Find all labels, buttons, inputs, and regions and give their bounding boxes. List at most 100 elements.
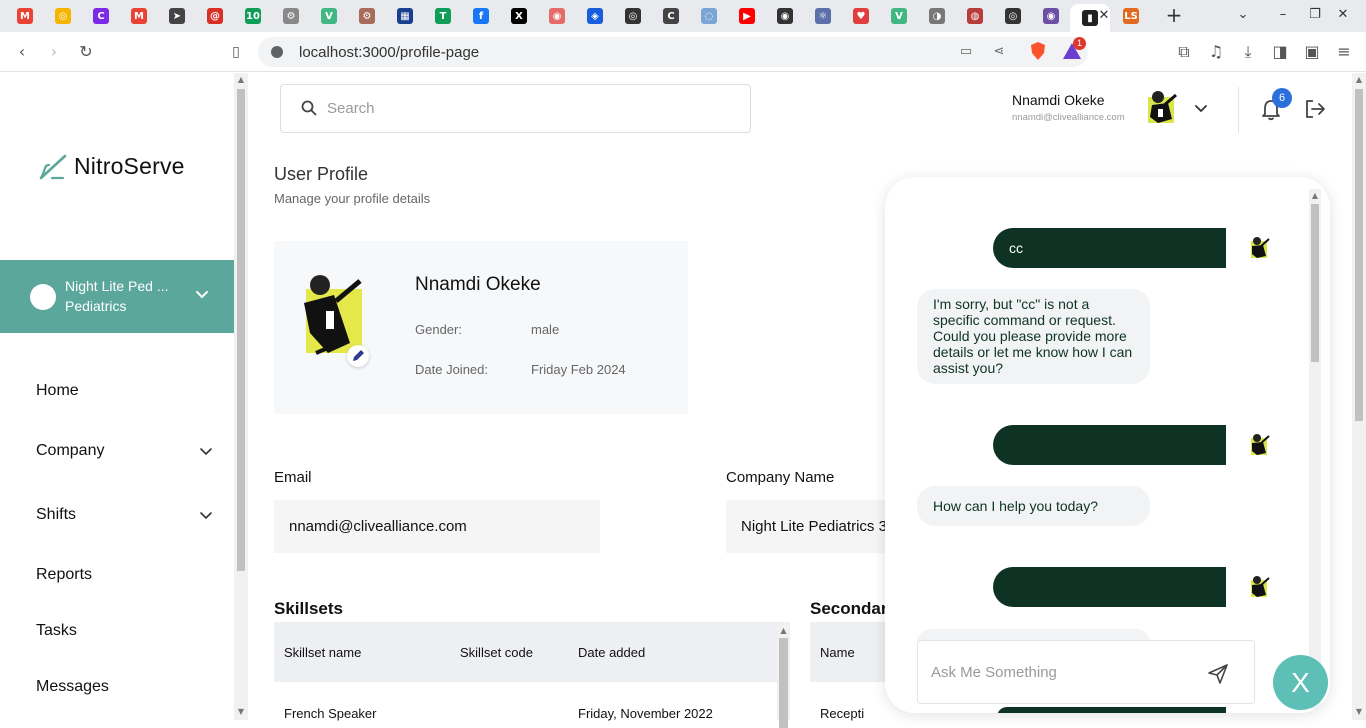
bookmark-icon[interactable]: ▯ bbox=[226, 42, 246, 62]
chevron-down-icon[interactable] bbox=[199, 508, 213, 522]
column-header[interactable]: Date added bbox=[578, 645, 645, 660]
close-tab-icon[interactable]: ✕ bbox=[1096, 8, 1112, 24]
scroll-down-arrow[interactable]: ▼ bbox=[1352, 707, 1366, 716]
column-header[interactable]: Name bbox=[820, 645, 855, 660]
media-icon[interactable]: ♫ bbox=[1206, 42, 1226, 62]
scrollbar-thumb[interactable] bbox=[779, 638, 788, 728]
browser-tab[interactable]: ◑ bbox=[922, 4, 952, 28]
browser-tab[interactable]: V bbox=[884, 4, 914, 28]
browser-tab[interactable]: @ bbox=[200, 4, 230, 28]
page-scrollbar[interactable]: ▲ ▼ bbox=[1352, 73, 1366, 720]
bot-message: How can I help you today? bbox=[917, 486, 1150, 526]
scrollbar-thumb[interactable] bbox=[1355, 89, 1363, 421]
browser-tab[interactable]: X bbox=[504, 4, 534, 28]
extensions-icon[interactable]: ⧉ bbox=[1174, 42, 1194, 62]
share-icon[interactable]: ⋖ bbox=[991, 44, 1007, 60]
ls-icon: LS bbox=[1123, 8, 1139, 24]
browser-tab[interactable]: ♥ bbox=[846, 4, 876, 28]
download-icon[interactable]: ⤓ bbox=[1238, 42, 1258, 62]
tab-search-chevron-icon[interactable]: ⌄ bbox=[1234, 6, 1252, 24]
company-name-field[interactable]: Night Lite Pediatrics 3 bbox=[726, 500, 896, 553]
table-scrollbar[interactable]: ▲ bbox=[777, 624, 790, 728]
search-placeholder: Search bbox=[327, 100, 375, 117]
browser-tab[interactable]: T bbox=[428, 4, 458, 28]
site-info-icon[interactable] bbox=[271, 46, 283, 58]
organization-selector[interactable]: Night Lite Ped ... Pediatrics bbox=[0, 260, 234, 333]
browser-tab[interactable]: ◍ bbox=[960, 4, 990, 28]
browser-tab[interactable]: C bbox=[86, 4, 116, 28]
sidebar-item-messages[interactable]: Messages bbox=[36, 678, 109, 696]
vue-icon: V bbox=[891, 8, 907, 24]
restore-window-button[interactable]: ❐ bbox=[1306, 6, 1324, 24]
sidebar-item-tasks[interactable]: Tasks bbox=[36, 622, 77, 640]
browser-tab[interactable]: ◎ bbox=[48, 4, 78, 28]
wallet-icon[interactable]: ▣ bbox=[1302, 42, 1322, 62]
browser-tab[interactable]: C bbox=[656, 4, 686, 28]
logout-icon[interactable] bbox=[1304, 98, 1326, 120]
chevron-down-icon[interactable] bbox=[199, 444, 213, 458]
column-header[interactable]: Skillset code bbox=[460, 645, 533, 660]
sidebar-toggle-icon[interactable]: ◨ bbox=[1270, 42, 1290, 62]
browser-tab[interactable]: ◎ bbox=[998, 4, 1028, 28]
email-field[interactable]: nnamdi@clivealliance.com bbox=[274, 500, 600, 553]
reload-button[interactable]: ↻ bbox=[76, 42, 96, 62]
bitwarden-icon: ◈ bbox=[587, 8, 603, 24]
browser-tab[interactable]: ◉ bbox=[1036, 4, 1066, 28]
forward-button[interactable]: › bbox=[44, 42, 64, 62]
menu-icon[interactable]: ≡ bbox=[1334, 42, 1354, 62]
secondary-table-header: Name bbox=[810, 622, 890, 682]
scroll-down-arrow[interactable]: ▼ bbox=[234, 707, 248, 716]
send-icon[interactable] bbox=[1207, 663, 1229, 685]
avatar[interactable] bbox=[1136, 83, 1186, 133]
close-window-button[interactable]: ✕ bbox=[1334, 6, 1352, 24]
scroll-up-arrow[interactable]: ▲ bbox=[777, 626, 790, 635]
browser-tab[interactable]: ▶ bbox=[732, 4, 762, 28]
browser-tab[interactable]: ◉ bbox=[770, 4, 800, 28]
chat-scrollbar[interactable]: ▲ ▼ bbox=[1309, 189, 1321, 709]
sidebar-item-company[interactable]: Company bbox=[36, 442, 104, 460]
user-message bbox=[993, 425, 1226, 465]
chevron-down-icon[interactable] bbox=[194, 286, 210, 302]
browser-tab[interactable]: LS bbox=[1116, 4, 1146, 28]
url-text[interactable]: localhost:3000/profile-page bbox=[299, 44, 479, 61]
bot-message: I'm sorry, but "cc" is not a specific co… bbox=[917, 289, 1150, 384]
scrollbar-thumb[interactable] bbox=[237, 89, 245, 571]
browser-tab[interactable]: ⚛ bbox=[808, 4, 838, 28]
browser-tab[interactable]: ⚙ bbox=[276, 4, 306, 28]
browser-tab[interactable]: ◉ bbox=[542, 4, 572, 28]
browser-tab[interactable]: ⚙ bbox=[352, 4, 382, 28]
scrollbar-thumb[interactable] bbox=[1311, 204, 1319, 362]
cast-icon[interactable]: ▭ bbox=[958, 44, 974, 60]
scroll-up-arrow[interactable]: ▲ bbox=[234, 75, 248, 84]
browser-tab[interactable]: ▦ bbox=[390, 4, 420, 28]
sidebar-item-home[interactable]: Home bbox=[36, 382, 79, 400]
logo[interactable]: NitroServe bbox=[38, 151, 185, 181]
scroll-up-arrow[interactable]: ▲ bbox=[1352, 75, 1366, 84]
browser-tab[interactable]: M bbox=[124, 4, 154, 28]
sidebar-scrollbar[interactable]: ▲ ▼ bbox=[234, 73, 248, 720]
new-tab-button[interactable]: + bbox=[1164, 5, 1184, 25]
page-subtitle: Manage your profile details bbox=[274, 191, 431, 206]
browser-tab[interactable]: ➤ bbox=[162, 4, 192, 28]
address-bar[interactable]: localhost:3000/profile-page ▭ ⋖ bbox=[258, 37, 1088, 67]
browser-tab[interactable]: f bbox=[466, 4, 496, 28]
back-button[interactable]: ‹ bbox=[12, 42, 32, 62]
browser-tab[interactable]: 10 bbox=[238, 4, 268, 28]
scroll-up-arrow[interactable]: ▲ bbox=[1309, 191, 1321, 200]
sidebar-item-shifts[interactable]: Shifts bbox=[36, 506, 76, 524]
browser-tab[interactable]: ◌ bbox=[694, 4, 724, 28]
close-chat-button[interactable]: X bbox=[1273, 655, 1328, 710]
github-icon: ◎ bbox=[1005, 8, 1021, 24]
edit-photo-button[interactable] bbox=[347, 345, 369, 367]
browser-tab[interactable]: ◈ bbox=[580, 4, 610, 28]
chevron-down-icon[interactable] bbox=[1194, 101, 1208, 115]
brave-shield-icon[interactable] bbox=[1029, 41, 1047, 61]
column-header[interactable]: Skillset name bbox=[284, 645, 361, 660]
minimize-window-button[interactable]: – bbox=[1274, 6, 1292, 24]
search-input[interactable]: Search bbox=[280, 84, 751, 133]
chat-input[interactable]: Ask Me Something bbox=[917, 640, 1255, 704]
browser-tab[interactable]: M bbox=[10, 4, 40, 28]
sidebar-item-reports[interactable]: Reports bbox=[36, 566, 92, 584]
browser-tab[interactable]: ◎ bbox=[618, 4, 648, 28]
browser-tab[interactable]: V bbox=[314, 4, 344, 28]
